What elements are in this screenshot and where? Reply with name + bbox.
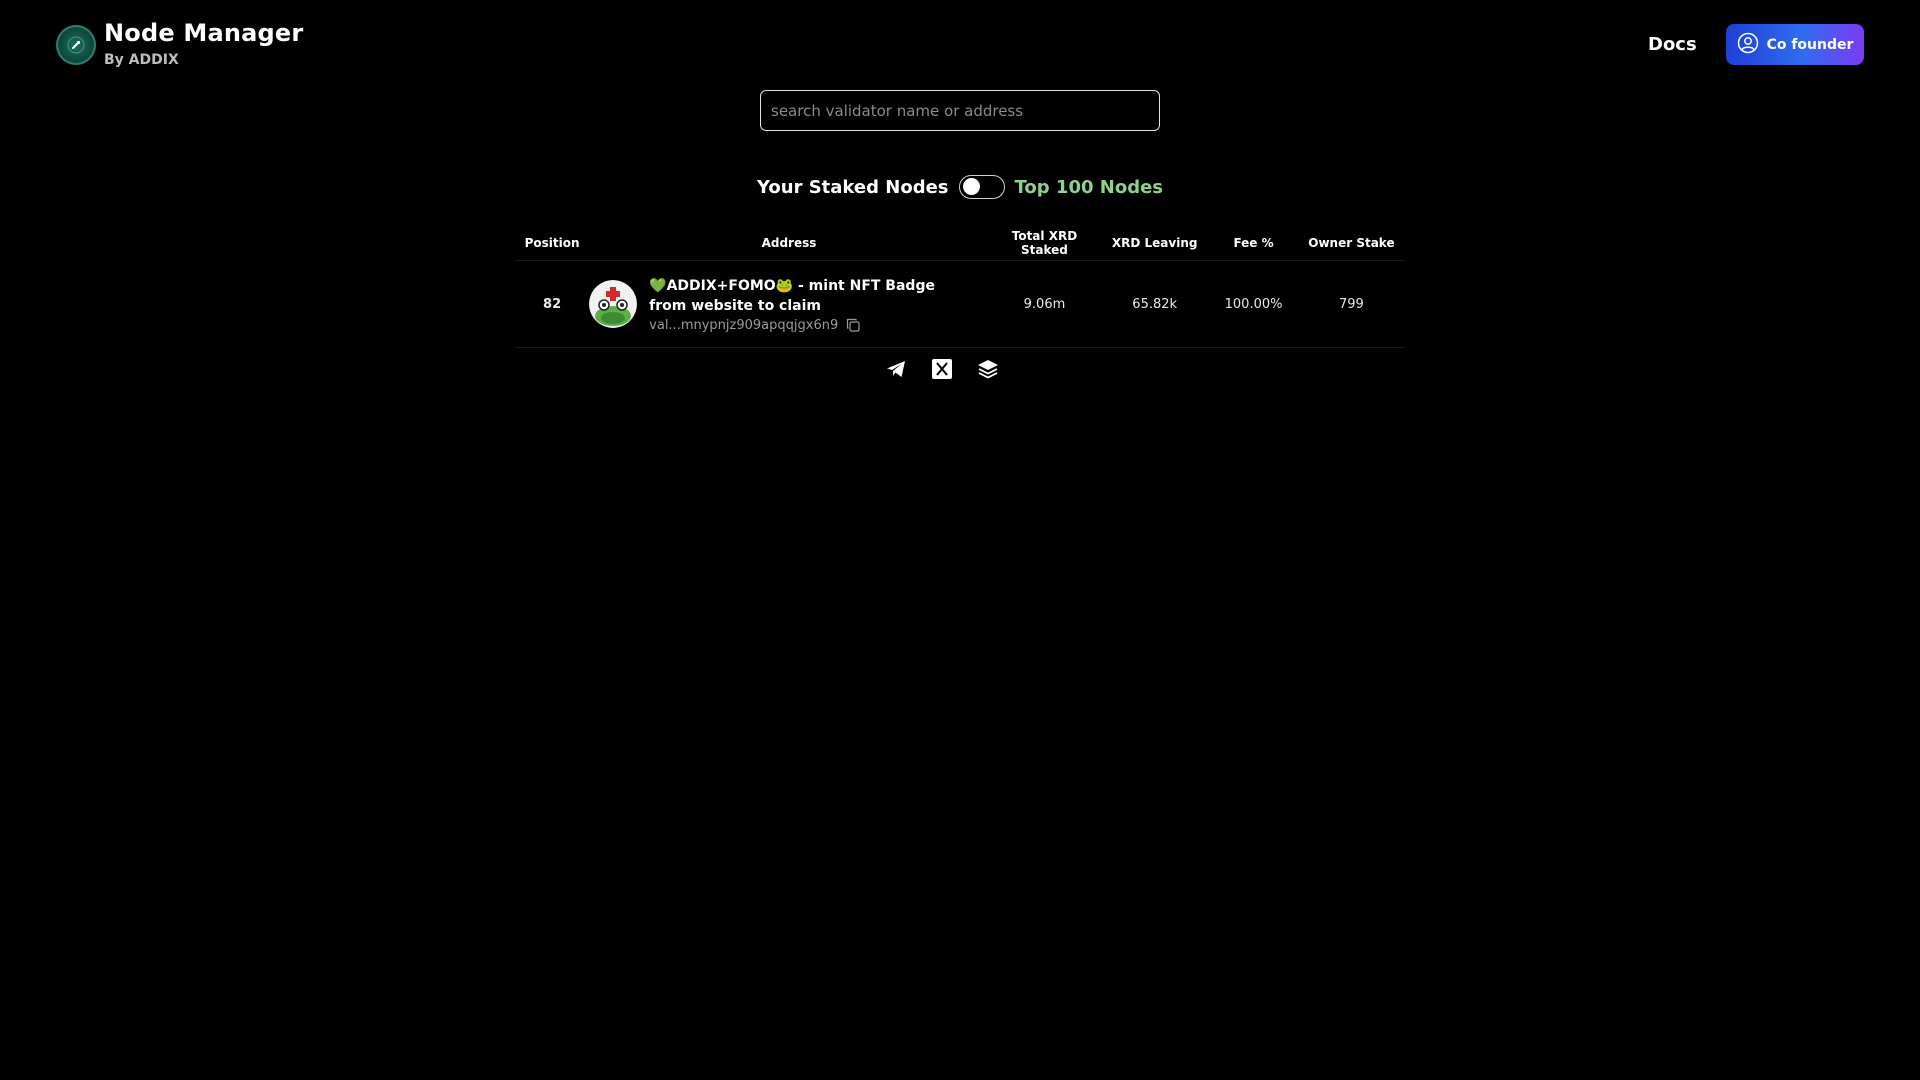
column-header-address[interactable]: Address bbox=[589, 226, 989, 261]
row-position: 82 bbox=[515, 260, 590, 348]
social-links bbox=[0, 358, 1920, 384]
node-view-toggle: Your Staked Nodes Top 100 Nodes bbox=[0, 172, 1920, 202]
logo-icon[interactable] bbox=[56, 25, 96, 65]
row-owner-stake: 799 bbox=[1297, 260, 1405, 348]
validators-table: Position Address Total XRD Staked XRD Le… bbox=[515, 226, 1405, 348]
column-header-total-staked[interactable]: Total XRD Staked bbox=[988, 226, 1101, 261]
app-subtitle: By ADDIX bbox=[104, 52, 179, 68]
column-header-owner-stake[interactable]: Owner Stake bbox=[1297, 226, 1405, 261]
your-staked-nodes-label[interactable]: Your Staked Nodes bbox=[757, 177, 949, 198]
row-total-staked: 9.06m bbox=[988, 260, 1101, 348]
row-xrd-leaving: 65.82k bbox=[1100, 260, 1210, 348]
toggle-knob bbox=[962, 178, 980, 195]
cofounder-label: Co founder bbox=[1766, 36, 1854, 53]
layers-icon[interactable] bbox=[977, 358, 999, 380]
view-toggle-switch[interactable] bbox=[958, 175, 1005, 199]
validator-address: val...mnypnjz909apqqjgx6n9 bbox=[649, 317, 839, 333]
x-icon[interactable] bbox=[931, 358, 953, 380]
copy-icon[interactable] bbox=[846, 318, 860, 332]
row-address-cell: 💚ADDIX+FOMO🐸 - mint NFT Badge from websi… bbox=[589, 260, 989, 348]
telegram-icon[interactable] bbox=[885, 358, 907, 380]
validator-name[interactable]: 💚ADDIX+FOMO🐸 - mint NFT Badge from websi… bbox=[649, 276, 949, 316]
column-header-xrd-leaving[interactable]: XRD Leaving bbox=[1100, 226, 1210, 261]
header: Node Manager By ADDIX Docs Co founder bbox=[0, 0, 1920, 90]
app-title: Node Manager bbox=[104, 19, 304, 47]
search-bar bbox=[760, 90, 1160, 131]
cofounder-button[interactable]: Co founder bbox=[1726, 24, 1864, 65]
table-row[interactable]: 82 💚ADDIX+FOMO🐸 - mint NFT Badge from we… bbox=[515, 260, 1405, 348]
user-icon bbox=[1737, 32, 1759, 58]
search-input[interactable] bbox=[760, 90, 1160, 131]
validator-avatar bbox=[589, 280, 638, 328]
column-header-fee[interactable]: Fee % bbox=[1209, 226, 1298, 261]
row-fee: 100.00% bbox=[1209, 260, 1298, 348]
column-header-position[interactable]: Position bbox=[515, 226, 590, 261]
table-header-row: Position Address Total XRD Staked XRD Le… bbox=[515, 226, 1405, 261]
top-100-nodes-label[interactable]: Top 100 Nodes bbox=[1015, 177, 1163, 198]
docs-link[interactable]: Docs bbox=[1648, 34, 1697, 55]
